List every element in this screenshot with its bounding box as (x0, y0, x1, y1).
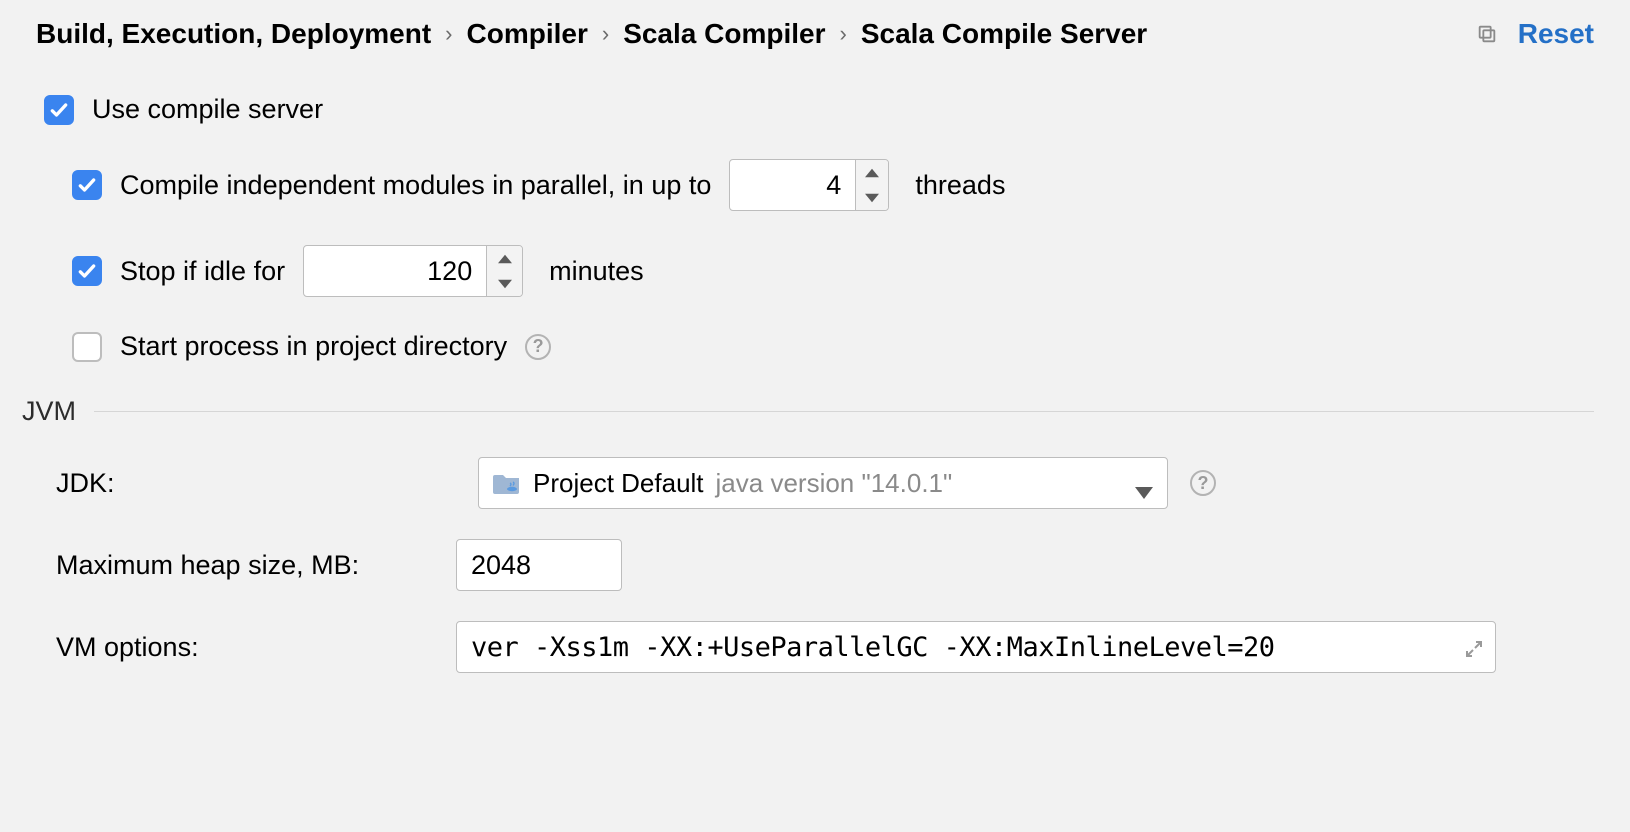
breadcrumb: Build, Execution, Deployment › Compiler … (36, 18, 1147, 50)
help-icon[interactable]: ? (1190, 470, 1216, 496)
help-icon[interactable]: ? (525, 334, 551, 360)
section-divider-line (94, 411, 1594, 412)
use-compile-server-checkbox[interactable] (44, 95, 74, 125)
parallel-modules-label-suffix: threads (915, 170, 1005, 201)
breadcrumb-item[interactable]: Build, Execution, Deployment (36, 18, 431, 50)
breadcrumb-item[interactable]: Compiler (467, 18, 588, 50)
reset-button[interactable]: Reset (1518, 18, 1594, 50)
breadcrumb-item[interactable]: Scala Compiler (623, 18, 825, 50)
chevron-right-icon: › (840, 21, 847, 47)
start-project-dir-checkbox[interactable] (72, 332, 102, 362)
parallel-threads-input[interactable] (730, 160, 855, 210)
chevron-right-icon: › (445, 21, 452, 47)
vm-options-label: VM options: (56, 632, 456, 663)
jvm-section-title: JVM (22, 396, 76, 427)
parallel-modules-checkbox[interactable] (72, 170, 102, 200)
jdk-label: JDK: (56, 468, 456, 499)
stop-idle-spinner[interactable] (303, 245, 523, 297)
max-heap-label: Maximum heap size, MB: (56, 550, 456, 581)
chevron-right-icon: › (602, 21, 609, 47)
spinner-down-icon[interactable] (856, 185, 888, 210)
spinner-up-icon[interactable] (487, 246, 522, 271)
stop-idle-input[interactable] (304, 246, 486, 296)
stop-idle-checkbox[interactable] (72, 256, 102, 286)
max-heap-input[interactable] (456, 539, 622, 591)
stop-idle-label-prefix: Stop if idle for (120, 256, 285, 287)
use-compile-server-label: Use compile server (92, 94, 323, 125)
jdk-selected-sub: java version "14.0.1" (716, 468, 953, 499)
stop-idle-label-suffix: minutes (549, 256, 644, 287)
parallel-threads-spinner[interactable] (729, 159, 889, 211)
chevron-down-icon (1135, 477, 1153, 489)
copy-icon[interactable] (1476, 23, 1498, 45)
parallel-modules-label-prefix: Compile independent modules in parallel,… (120, 170, 711, 201)
breadcrumb-item[interactable]: Scala Compile Server (861, 18, 1147, 50)
jdk-dropdown[interactable]: Project Default java version "14.0.1" (478, 457, 1168, 509)
start-project-dir-label: Start process in project directory (120, 331, 507, 362)
expand-icon[interactable] (1464, 637, 1484, 657)
jdk-selected-main: Project Default (533, 468, 704, 499)
folder-icon (493, 471, 521, 495)
vm-options-input[interactable] (456, 621, 1496, 673)
spinner-up-icon[interactable] (856, 160, 888, 185)
spinner-down-icon[interactable] (487, 271, 522, 296)
